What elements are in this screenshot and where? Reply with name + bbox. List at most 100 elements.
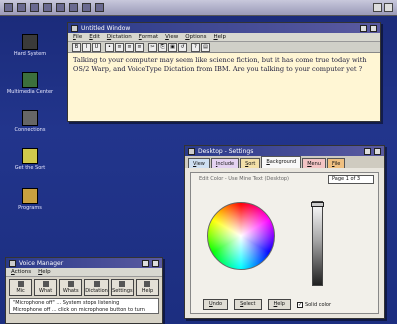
launch-icon-7[interactable] [82,3,91,12]
maximize-button[interactable] [370,24,377,32]
window-title: Voice Manager [19,259,64,267]
panel-button-row: Undo Select Help ✓ Solid color [203,299,331,310]
voice-manager-window: Voice Manager Actions Help Mic What What… [5,257,163,324]
maximize-button[interactable] [374,147,381,155]
menu-view[interactable]: View [165,34,178,40]
multimedia-icon [22,72,38,88]
copy-button[interactable]: ⎘ [158,43,167,52]
drive-icon [22,34,38,50]
checkbox-label: Solid color [304,301,332,308]
help-button[interactable]: ? [191,43,200,52]
tab-file[interactable]: File [326,158,346,168]
window-title: Desktop - Settings [198,147,254,155]
editor-text-area[interactable]: Talking to your computer may seem like s… [68,53,380,120]
background-panel: Edit Color - Use Mine Text (Desktop) Pag… [190,172,379,314]
settings-tabs: View Include Sort Background Menu File [185,156,384,168]
color-wheel[interactable] [207,202,275,270]
desktop-icon-connections[interactable]: Connections [6,110,54,133]
launch-icon-2[interactable] [17,3,26,12]
vbtn-label: Dictation [85,288,108,294]
desktop-icon-label: Programs [18,205,42,211]
maximize-button[interactable] [152,259,159,267]
folder-icon [22,188,38,204]
tab-menu[interactable]: Menu [302,158,326,168]
editor-titlebar[interactable]: Untitled Window [68,23,380,33]
desktop-icon-get-the-sort[interactable]: Get the Sort [6,148,54,171]
dictation-icon [93,281,100,287]
minimize-button[interactable] [360,24,367,32]
system-menu-icon[interactable] [9,259,16,267]
editor-toolbar: B I U • ≡ ≡ ≡ ✂ ⎘ ▣ ↺ ? ▤ [68,42,380,53]
brightness-slider[interactable] [311,201,324,286]
top-launch-bar [0,0,397,16]
paste-button[interactable]: ▣ [168,43,177,52]
whats-button[interactable]: Whats [59,279,83,296]
launch-icon-8[interactable] [95,3,104,12]
desktop-icon-label: Get the Sort [14,165,46,171]
tab-sort[interactable]: Sort [240,158,261,168]
bullet-button[interactable]: • [105,43,114,52]
underline-button[interactable]: U [92,43,101,52]
launch-icon-4[interactable] [43,3,52,12]
page-indicator[interactable]: Page 1 of 3 [328,175,374,184]
vbtn-label: Whats [62,288,79,294]
settings-button[interactable]: Settings [110,279,134,296]
vbtn-label: Mic [16,288,25,294]
undo-button[interactable]: Undo [203,299,229,310]
launch-icon-3[interactable] [30,3,39,12]
tab-view[interactable]: View [188,158,210,168]
voice-menubar: Actions Help [6,268,162,277]
launch-icon-5[interactable] [56,3,65,12]
desktop-icon-hard-system[interactable]: Hard System [6,34,54,57]
what-button[interactable]: What [34,279,58,296]
desktop-icon-label: Connections [14,127,46,133]
desktop-icon-label: Hard System [13,51,47,57]
checkbox-box[interactable]: ✓ [296,301,303,308]
menu-help[interactable]: Help [213,34,226,40]
launch-icon-1[interactable] [4,3,13,12]
desktop-icon-multimedia[interactable]: Multimedia Center [6,72,54,95]
menu-help[interactable]: Help [38,269,51,275]
help-button[interactable]: Help [135,279,159,296]
align-center-button[interactable]: ≡ [125,43,134,52]
menu-dictation[interactable]: Dictation [107,34,132,40]
slider-thumb[interactable] [311,202,324,207]
vbtn-label: Settings [112,288,133,294]
minimize-button[interactable] [142,259,149,267]
menu-format[interactable]: Format [139,34,158,40]
panel-subtitle: Edit Color - Use Mine Text (Desktop) [199,176,289,182]
tab-background[interactable]: Background [261,156,302,168]
italic-button[interactable]: I [82,43,91,52]
system-menu-icon[interactable] [188,147,195,155]
align-right-button[interactable]: ≡ [135,43,144,52]
connections-icon [22,110,38,126]
undo-button[interactable]: ↺ [178,43,187,52]
select-button[interactable]: Select [234,299,262,310]
tab-include[interactable]: Include [210,158,240,168]
voice-status-area: "Microphone off" ... System stops listen… [9,298,159,314]
minimize-button[interactable] [364,147,371,155]
window-list-button[interactable] [384,3,393,12]
menu-options[interactable]: Options [185,34,206,40]
question-icon [42,281,49,287]
launch-icon-6[interactable] [69,3,78,12]
system-menu-icon[interactable] [71,24,78,32]
menu-file[interactable]: File [73,34,82,40]
cut-button[interactable]: ✂ [148,43,157,52]
view-button[interactable]: ▤ [201,43,210,52]
desktop-icon-label: Multimedia Center [6,89,54,95]
solid-color-checkbox[interactable]: ✓ Solid color [296,301,332,308]
window-title: Untitled Window [81,24,131,32]
align-left-button[interactable]: ≡ [115,43,124,52]
desktop-icon-programs[interactable]: Programs [6,188,54,211]
minimize-all-button[interactable] [373,3,382,12]
menu-actions[interactable]: Actions [11,269,31,275]
menu-edit[interactable]: Edit [89,34,100,40]
mic-button[interactable]: Mic [9,279,33,296]
settings-titlebar[interactable]: Desktop - Settings [185,146,384,156]
bold-button[interactable]: B [72,43,81,52]
voice-titlebar[interactable]: Voice Manager [6,258,162,268]
editor-menubar: File Edit Dictation Format View Options … [68,33,380,42]
dictation-button[interactable]: Dictation [84,279,109,296]
help-button[interactable]: Help [267,299,291,310]
